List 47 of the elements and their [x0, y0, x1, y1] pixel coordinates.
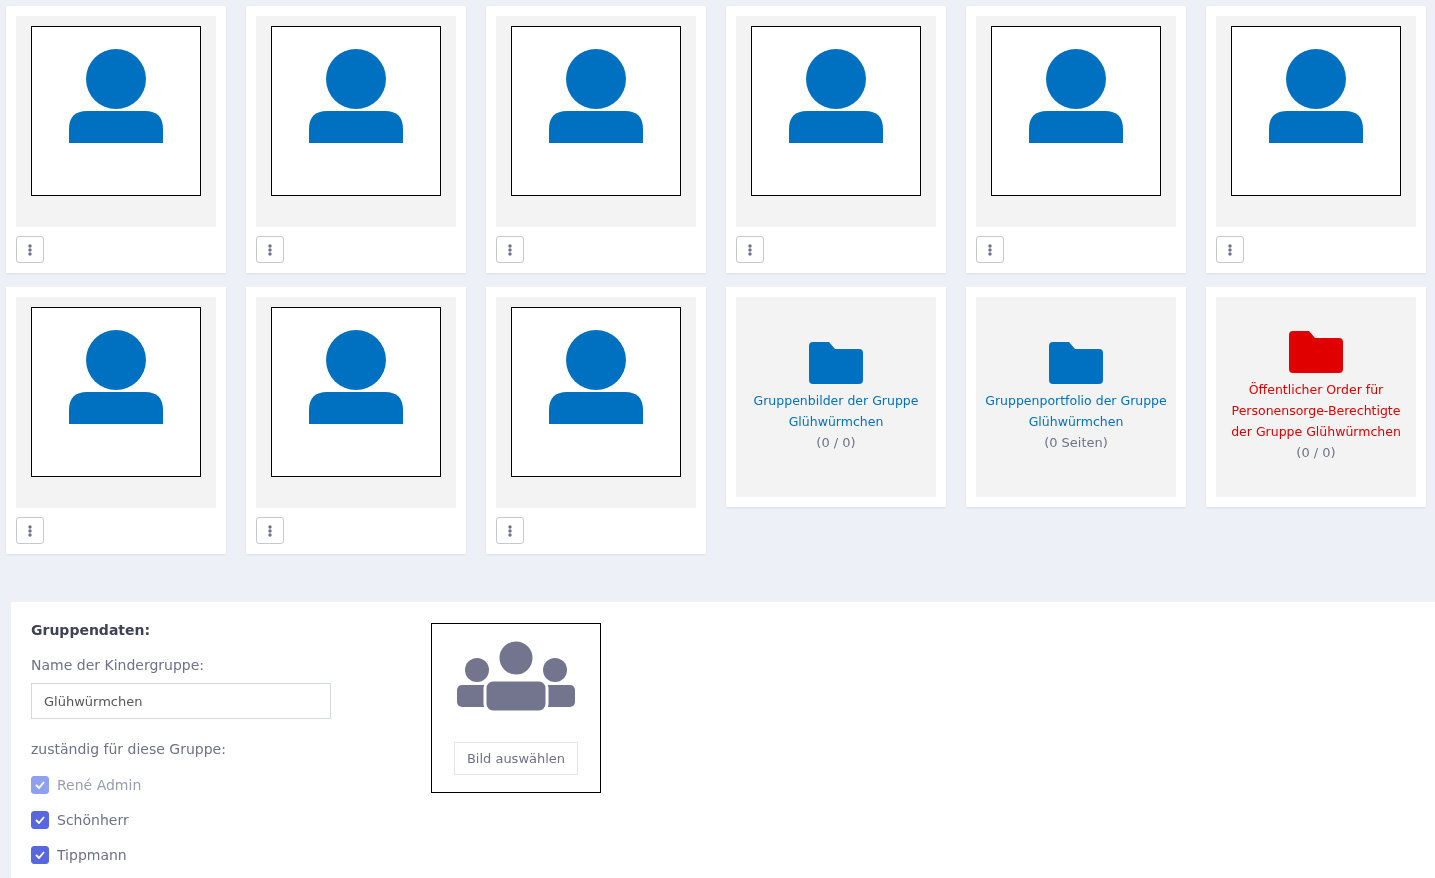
profile-photo-frame[interactable] — [511, 26, 681, 196]
choose-image-button[interactable]: Bild auswählen — [453, 742, 579, 775]
checkbox[interactable] — [31, 845, 49, 864]
folder-count: (0 / 0) — [1296, 444, 1336, 462]
folder-title[interactable]: Gruppenportfolio der Gruppe Glühwürmchen — [980, 389, 1172, 432]
vertical-dots-icon — [748, 243, 752, 256]
vertical-dots-icon — [28, 243, 32, 256]
profile-photo-frame[interactable] — [991, 26, 1161, 196]
checkbox-label: Tippmann — [57, 846, 127, 863]
person-icon — [789, 49, 883, 143]
field-label: zuständig für diese Gruppe: — [31, 741, 227, 757]
checkmark-icon — [35, 780, 45, 789]
vertical-dots-icon — [1228, 243, 1232, 256]
person-icon — [69, 330, 163, 424]
profile-photo-frame[interactable] — [271, 26, 441, 196]
profile-photo-frame[interactable] — [1231, 26, 1401, 196]
checkbox-label: René Admin — [57, 776, 142, 793]
folder-count: (0 / 0) — [816, 433, 856, 452]
folder-count: (0 Seiten) — [1044, 433, 1108, 452]
person-icon — [1029, 49, 1123, 143]
person-icon — [549, 330, 643, 424]
profile-photo-frame[interactable] — [31, 26, 201, 196]
person-icon — [69, 49, 163, 143]
profile-photo-frame[interactable] — [751, 26, 921, 196]
input-field[interactable]: Glühwürmchen — [31, 683, 331, 719]
group-icon — [457, 640, 575, 712]
section-heading: Gruppendaten: — [31, 622, 152, 638]
person-icon — [309, 49, 403, 143]
folder-title[interactable]: Gruppenbilder der Gruppe Glühwürmchen — [740, 389, 932, 432]
checkbox[interactable] — [31, 810, 49, 829]
profile-photo-frame[interactable] — [31, 307, 201, 477]
vertical-dots-icon — [988, 243, 992, 256]
vertical-dots-icon — [268, 524, 272, 537]
vertical-dots-icon — [268, 243, 272, 256]
profile-photo-frame[interactable] — [511, 307, 681, 477]
checkbox-label: Schönherr — [57, 811, 129, 828]
checkmark-icon — [35, 815, 45, 824]
vertical-dots-icon — [28, 524, 32, 537]
field-label: Name der Kindergruppe: — [31, 657, 206, 673]
person-icon — [549, 49, 643, 143]
person-icon — [1269, 49, 1363, 143]
checkmark-icon — [35, 850, 45, 859]
vertical-dots-icon — [508, 524, 512, 537]
vertical-dots-icon — [508, 243, 512, 256]
profile-photo-frame[interactable] — [271, 307, 441, 477]
folder-title[interactable]: Öffentlicher Order für Personensorge-Berechtigte der Gruppe Glühwürmchen — [1220, 379, 1412, 442]
person-icon — [309, 330, 403, 424]
